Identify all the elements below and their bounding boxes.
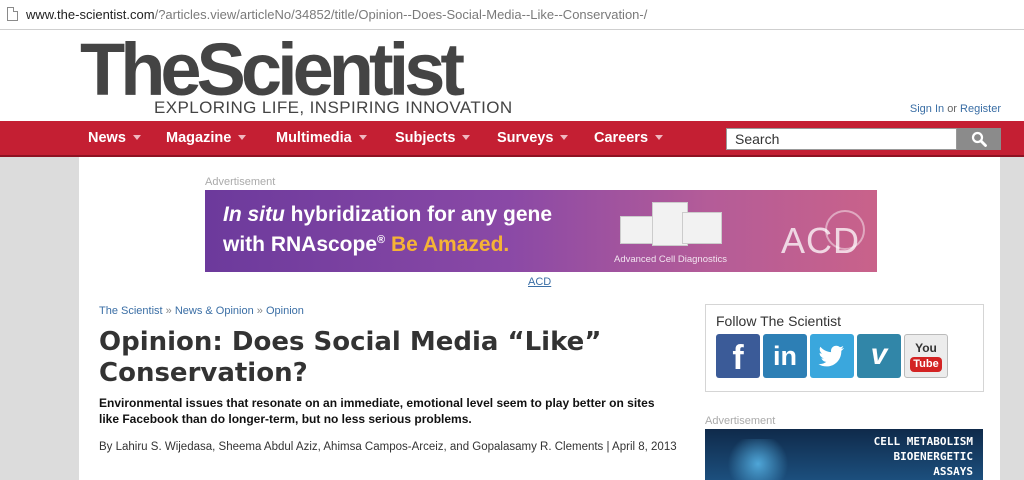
content-area: Advertisement In situ hybridization for … xyxy=(79,157,1000,480)
chevron-down-icon xyxy=(238,135,247,140)
breadcrumb-separator: » xyxy=(165,305,172,317)
linkedin-icon[interactable]: in xyxy=(763,334,807,378)
ad-company-name: Advanced Cell Diagnostics xyxy=(614,254,728,265)
chevron-down-icon xyxy=(560,135,569,140)
sidebar-ad-banner[interactable]: CELL METABOLISM BIOENERGETIC ASSAYS xyxy=(705,429,983,480)
site-header: TheScientist EXPLORING LIFE, INSPIRING I… xyxy=(0,30,1024,121)
sidebar-ad-line: ASSAYS xyxy=(933,465,973,478)
breadcrumb-separator: » xyxy=(256,305,263,317)
linkedin-glyph: in xyxy=(773,341,797,371)
ad-text: hybridization for any gene xyxy=(284,203,553,226)
auth-or-text: or xyxy=(947,103,957,115)
youtube-you-text: You xyxy=(915,341,937,355)
breadcrumb: The Scientist » News & Opinion » Opinion xyxy=(99,305,304,317)
chevron-down-icon xyxy=(132,135,141,140)
url-text[interactable]: www.the-scientist.com/?articles.view/art… xyxy=(26,7,647,22)
chevron-down-icon xyxy=(655,135,664,140)
twitter-icon[interactable] xyxy=(810,334,854,378)
ad-sponsor-link[interactable]: ACD xyxy=(528,276,551,288)
chevron-down-icon xyxy=(358,135,367,140)
facebook-icon[interactable]: f xyxy=(716,334,760,378)
youtube-tube-text: Tube xyxy=(910,357,942,372)
ad-text: with RNAscope xyxy=(223,233,378,256)
nav-label: Multimedia xyxy=(276,130,352,146)
page-icon xyxy=(7,7,18,21)
follow-title: Follow The Scientist xyxy=(716,313,842,329)
acd-logo: ACD xyxy=(781,220,861,261)
nav-label: Magazine xyxy=(166,130,232,146)
sign-in-link[interactable]: Sign In xyxy=(910,103,944,115)
follow-box: Follow The Scientist f in v You Tube xyxy=(705,304,984,392)
registered-mark: ® xyxy=(377,234,386,246)
article-byline: By Lahiru S. Wijedasa, Sheema Abdul Aziz… xyxy=(99,441,677,453)
auth-links: Sign In or Register xyxy=(910,103,1001,115)
search-button[interactable] xyxy=(957,128,1001,150)
nav-item-news[interactable]: News xyxy=(88,130,141,146)
search-icon xyxy=(971,131,987,147)
site-tagline: EXPLORING LIFE, INSPIRING INNOVATION xyxy=(154,98,513,117)
article-deck: Environmental issues that resonate on an… xyxy=(99,396,655,426)
ad-headline-line2: with RNAscope® Be Amazed. xyxy=(223,233,509,257)
vimeo-icon[interactable]: v xyxy=(857,334,901,378)
nav-item-multimedia[interactable]: Multimedia xyxy=(276,130,367,146)
nav-label: Subjects xyxy=(395,130,456,146)
search-box: Search xyxy=(726,128,1001,150)
youtube-icon[interactable]: You Tube xyxy=(904,334,948,378)
sidebar-ad-line: CELL METABOLISM xyxy=(873,435,973,448)
ad-graphic xyxy=(723,439,793,480)
nav-item-surveys[interactable]: Surveys xyxy=(497,130,569,146)
sidebar-ad-line: BIOENERGETIC xyxy=(893,450,973,463)
url-domain: www.the-scientist.com xyxy=(26,7,155,22)
nav-item-magazine[interactable]: Magazine xyxy=(166,130,247,146)
search-input[interactable]: Search xyxy=(726,128,957,150)
register-link[interactable]: Register xyxy=(960,103,1001,115)
top-ad-banner[interactable]: In situ hybridization for any gene with … xyxy=(205,190,877,272)
breadcrumb-item[interactable]: Opinion xyxy=(266,305,304,317)
breadcrumb-item[interactable]: News & Opinion xyxy=(175,305,254,317)
nav-label: News xyxy=(88,130,126,146)
product-kit-image xyxy=(620,198,725,248)
breadcrumb-item[interactable]: The Scientist xyxy=(99,305,163,317)
twitter-bird-icon xyxy=(818,345,844,367)
nav-label: Surveys xyxy=(497,130,554,146)
nav-item-subjects[interactable]: Subjects xyxy=(395,130,471,146)
nav-item-careers[interactable]: Careers xyxy=(594,130,664,146)
main-nav: News Magazine Multimedia Subjects Survey… xyxy=(0,121,1024,157)
ad-headline-line1: In situ hybridization for any gene xyxy=(223,203,552,227)
address-bar[interactable]: www.the-scientist.com/?articles.view/art… xyxy=(0,0,1024,30)
chevron-down-icon xyxy=(462,135,471,140)
url-path: /?articles.view/articleNo/34852/title/Op… xyxy=(154,7,648,22)
advertisement-label: Advertisement xyxy=(205,176,276,188)
ad-highlight-text: Be Amazed. xyxy=(390,233,510,256)
article-title: Opinion: Does Social Media “Like” Conser… xyxy=(99,327,602,388)
sidebar-advertisement-label: Advertisement xyxy=(705,415,776,427)
vimeo-glyph: v xyxy=(870,338,888,371)
sidebar-ad-text: CELL METABOLISM BIOENERGETIC ASSAYS xyxy=(874,434,973,479)
facebook-glyph: f xyxy=(732,339,744,377)
ad-italic-text: In situ xyxy=(223,203,285,226)
nav-label: Careers xyxy=(594,130,649,146)
site-logo[interactable]: TheScientist xyxy=(80,32,465,108)
